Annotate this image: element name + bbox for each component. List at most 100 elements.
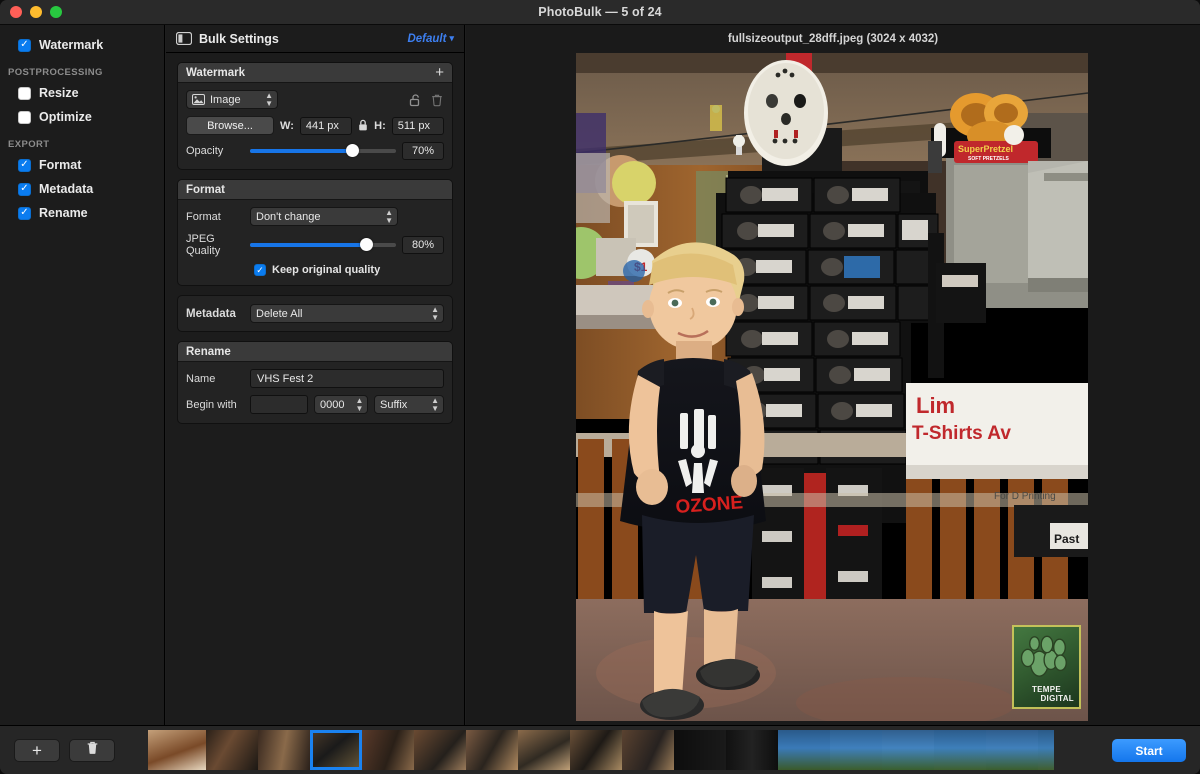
position-select[interactable]: Suffix ▲ ▼ (374, 395, 444, 414)
thumb-3[interactable] (258, 730, 310, 770)
thumb-5[interactable] (362, 730, 414, 770)
sidebar-item-rename[interactable]: ✓ Rename (0, 201, 164, 225)
watermark-type-select[interactable]: Image ▲ ▼ (186, 90, 278, 109)
thumb-8[interactable] (518, 730, 570, 770)
format-card-body: Format Don't change ▲▼ JPEG Quality 80% (178, 200, 452, 285)
sidebar-group-export: EXPORT (8, 139, 50, 150)
begin-with-label: Begin with (186, 398, 237, 411)
metadata-select[interactable]: Delete All ▲ ▼ (250, 304, 444, 323)
begin-with-input[interactable] (250, 395, 308, 414)
counter-select[interactable]: 0000 ▲ ▼ (314, 395, 368, 414)
svg-text:Lim: Lim (916, 393, 955, 418)
jpeg-quality-value[interactable]: 80% (402, 236, 444, 254)
sidebar-item-label: Format (39, 158, 82, 172)
counter-value: 0000 (320, 398, 345, 411)
preview-caption: fullsizeoutput_28dff.jpeg (3024 x 4032) (727, 33, 939, 45)
sidebar-item-format[interactable]: ✓ Format (0, 153, 164, 177)
preset-dropdown[interactable]: Default ▾ (407, 33, 454, 45)
filmstrip[interactable] (148, 730, 1054, 770)
sidebar-item-watermark[interactable]: ✓ Watermark (0, 33, 164, 57)
thumb-17[interactable] (986, 730, 1038, 770)
checkbox-keep-original-quality[interactable]: ✓ (254, 264, 266, 276)
preset-label: Default (407, 32, 447, 45)
trash-icon[interactable] (430, 93, 444, 107)
thumb-14[interactable] (830, 730, 882, 770)
checkbox-watermark[interactable]: ✓ (18, 38, 31, 52)
thumb-13[interactable] (778, 730, 830, 770)
photo-preview[interactable]: $1 SuperPretzel SOF (576, 53, 1088, 721)
watermark-line2: DIGITAL (1040, 694, 1074, 703)
watermark-card: Watermark + Image ▲ ▼ Browse... W: 441 p… (177, 62, 453, 170)
opacity-value[interactable]: 70% (402, 142, 444, 160)
checkbox-metadata[interactable]: ✓ (18, 182, 31, 196)
sidebar-item-label: Resize (39, 86, 79, 100)
format-select[interactable]: Don't change ▲ ▼ (250, 207, 398, 226)
sidebar-group-postprocessing: POSTPROCESSING (8, 67, 103, 78)
thumb-9[interactable] (570, 730, 622, 770)
stepper-icon[interactable]: ▲ ▼ (425, 305, 439, 322)
thumb-18[interactable] (1038, 730, 1054, 770)
rename-card-title: Rename (186, 345, 231, 358)
thumb-10[interactable] (622, 730, 674, 770)
thumb-16[interactable] (934, 730, 986, 770)
format-select-row: Format Don't change ▲ ▼ (186, 207, 444, 226)
stepper-icon[interactable]: ▲ ▼ (259, 91, 273, 108)
bottom-toolbar: + Start (0, 725, 1200, 774)
checkbox-optimize[interactable] (18, 110, 31, 124)
metadata-card: Metadata Delete All ▲ ▼ (177, 295, 453, 332)
thumb-15[interactable] (882, 730, 934, 770)
jpeg-quality-slider-knob[interactable] (360, 238, 374, 251)
height-input[interactable]: 511 px (391, 116, 445, 135)
preview-panel: fullsizeoutput_28dff.jpeg (3024 x 4032) (466, 25, 1200, 725)
stepper-icon[interactable]: ▲ ▼ (379, 208, 393, 225)
opacity-label: Opacity (186, 145, 224, 157)
add-watermark-button[interactable]: + (435, 65, 444, 80)
height-label: H: (374, 119, 386, 132)
thumb-1[interactable] (148, 730, 206, 770)
metadata-card-body: Metadata Delete All ▲ ▼ (178, 296, 452, 331)
watermark-size-row: Browse... W: 441 px H: 511 px (186, 116, 445, 135)
thumb-4[interactable] (310, 730, 362, 770)
stepper-icon[interactable]: ▲ ▼ (425, 396, 439, 413)
sidebar-item-metadata[interactable]: ✓ Metadata (0, 177, 164, 201)
opacity-slider-knob[interactable] (345, 144, 359, 157)
sidebar-toggle-icon[interactable] (175, 31, 193, 46)
thumb-7[interactable] (466, 730, 518, 770)
checkbox-rename[interactable]: ✓ (18, 206, 31, 220)
keep-original-quality-row[interactable]: ✓ Keep original quality (186, 264, 444, 276)
rename-name-row: Name VHS Fest 2 (186, 369, 444, 388)
watermark-card-header: Watermark + (178, 63, 452, 83)
sidebar-item-resize[interactable]: Resize (0, 81, 164, 105)
width-label: W: (280, 119, 294, 132)
checkbox-format[interactable]: ✓ (18, 158, 31, 172)
rename-card: Rename Name VHS Fest 2 Begin with 0000 ▲… (177, 341, 453, 424)
position-value: Suffix (380, 398, 408, 411)
name-input[interactable]: VHS Fest 2 (250, 369, 444, 388)
image-icon (192, 94, 205, 105)
title-bar: PhotoBulk — 5 of 24 (0, 0, 1200, 25)
thumb-12[interactable] (726, 730, 778, 770)
thumb-11[interactable] (674, 730, 726, 770)
width-input[interactable]: 441 px (299, 116, 353, 135)
sidebar-item-optimize[interactable]: Optimize (0, 105, 164, 129)
jpeg-quality-row: JPEG Quality 80% (186, 233, 444, 257)
browse-button[interactable]: Browse... (186, 116, 275, 135)
svg-text:SuperPretzel: SuperPretzel (958, 144, 1013, 154)
trash-icon (86, 740, 99, 760)
watermark-actions (408, 93, 444, 107)
start-button[interactable]: Start (1112, 739, 1186, 762)
format-card-title: Format (186, 183, 225, 196)
delete-images-button[interactable] (69, 738, 115, 762)
thumb-2[interactable] (206, 730, 258, 770)
jpeg-quality-slider[interactable] (250, 238, 396, 251)
thumb-6[interactable] (414, 730, 466, 770)
svg-text:SOFT PRETZELS: SOFT PRETZELS (968, 156, 1010, 162)
add-images-button[interactable]: + (14, 738, 60, 762)
format-label: Format (186, 210, 221, 223)
metadata-value: Delete All (256, 307, 303, 320)
checkbox-resize[interactable] (18, 86, 31, 100)
lock-closed-icon[interactable] (358, 119, 368, 132)
stepper-icon[interactable]: ▲ ▼ (349, 396, 363, 413)
opacity-slider[interactable] (250, 144, 396, 157)
unlock-icon[interactable] (408, 93, 422, 107)
